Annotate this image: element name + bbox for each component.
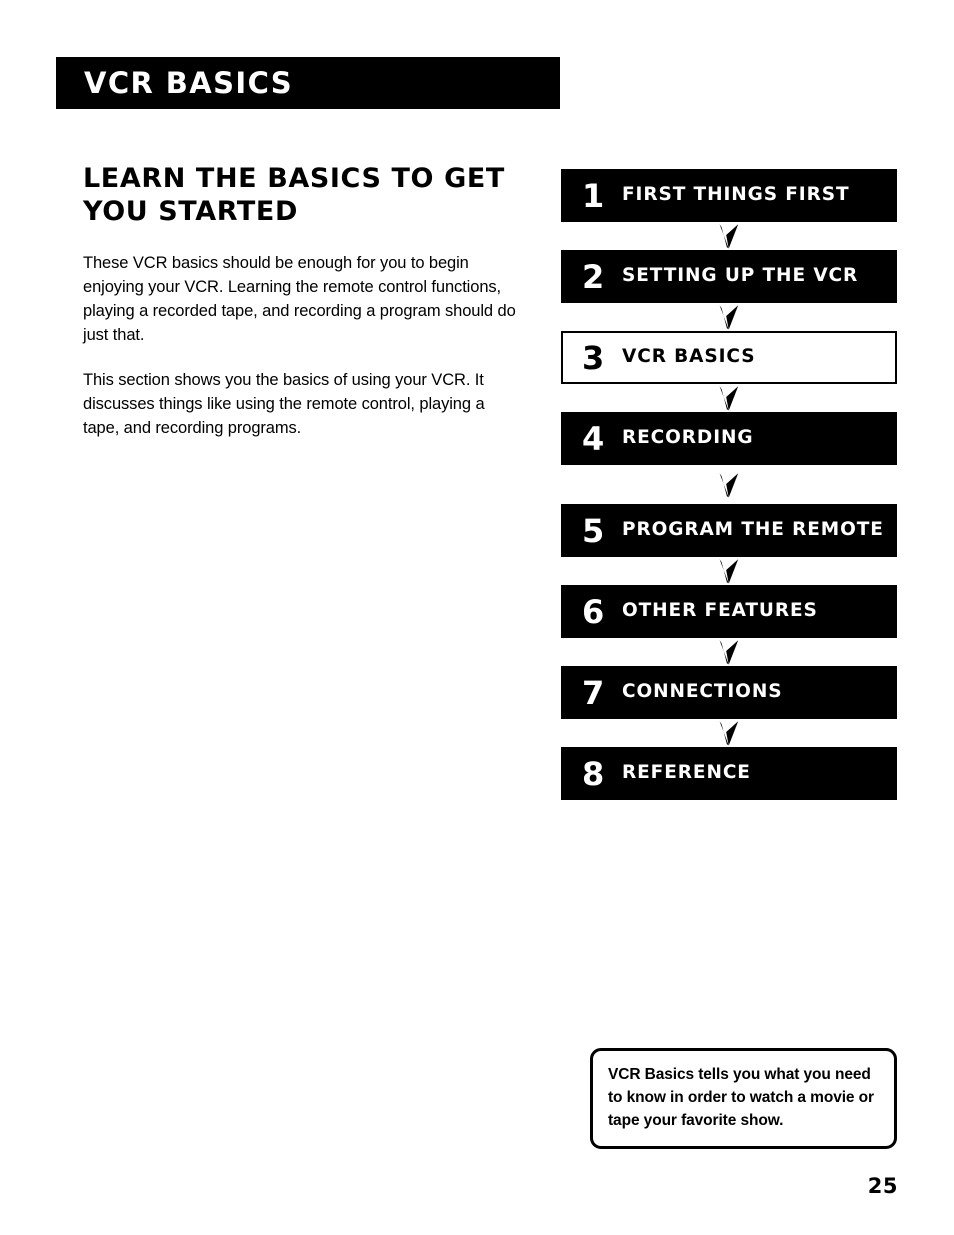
down-arrow-icon <box>561 222 897 250</box>
chapter-title: VCR BASICS <box>84 65 294 100</box>
document-page: VCR BASICS LEARN THE BASICS TO GET YOU S… <box>0 0 954 1235</box>
down-arrow-icon <box>561 303 897 331</box>
flow-step-number: 6 <box>582 592 605 631</box>
left-text-column: LEARN THE BASICS TO GET YOU STARTED Thes… <box>83 163 523 440</box>
flow-step-1[interactable]: 1 FIRST THINGS FIRST <box>561 169 897 222</box>
down-arrow-icon <box>561 638 897 666</box>
flow-step-5[interactable]: 5 PROGRAM THE REMOTE <box>561 504 897 557</box>
down-arrow-icon <box>561 465 897 504</box>
flow-step-label: VCR BASICS <box>622 346 756 368</box>
flow-step-label: RECORDING <box>622 427 754 449</box>
flow-step-2[interactable]: 2 SETTING UP THE VCR <box>561 250 897 303</box>
down-arrow-icon <box>561 557 897 585</box>
chapter-header-banner: VCR BASICS <box>56 57 560 109</box>
page-number: 25 <box>867 1174 898 1198</box>
flow-step-7[interactable]: 7 CONNECTIONS <box>561 666 897 719</box>
page-title: LEARN THE BASICS TO GET YOU STARTED <box>83 163 505 227</box>
flow-step-number: 7 <box>582 673 605 712</box>
flow-step-3[interactable]: 3 VCR BASICS <box>561 331 897 384</box>
body-paragraph-2: This section shows you the basics of usi… <box>83 371 485 438</box>
callout-text: VCR Basics tells you what you need to kn… <box>608 1066 874 1129</box>
flow-step-number: 1 <box>582 176 605 215</box>
flow-step-6[interactable]: 6 OTHER FEATURES <box>561 585 897 638</box>
flow-step-4[interactable]: 4 RECORDING <box>561 412 897 465</box>
flow-step-label: CONNECTIONS <box>622 681 783 703</box>
flow-step-number: 5 <box>582 511 605 550</box>
flow-step-label: FIRST THINGS FIRST <box>622 184 850 206</box>
callout-box: VCR Basics tells you what you need to kn… <box>590 1048 897 1149</box>
flow-step-label: SETTING UP THE VCR <box>622 265 859 287</box>
flow-step-number: 8 <box>582 754 605 793</box>
flow-step-8[interactable]: 8 REFERENCE <box>561 747 897 800</box>
flow-step-number: 4 <box>582 419 605 458</box>
down-arrow-icon <box>561 384 897 412</box>
body-paragraph-1: These VCR basics should be enough for yo… <box>83 253 516 345</box>
down-arrow-icon <box>561 719 897 747</box>
flow-step-label: REFERENCE <box>622 762 751 784</box>
flow-step-label: PROGRAM THE REMOTE <box>622 519 884 541</box>
flow-step-number: 3 <box>582 338 605 377</box>
flow-step-label: OTHER FEATURES <box>622 600 818 622</box>
flow-step-number: 2 <box>582 257 605 296</box>
chapter-flow-list: 1 FIRST THINGS FIRST 2 SETTING UP THE VCR 3 V… <box>561 169 897 800</box>
